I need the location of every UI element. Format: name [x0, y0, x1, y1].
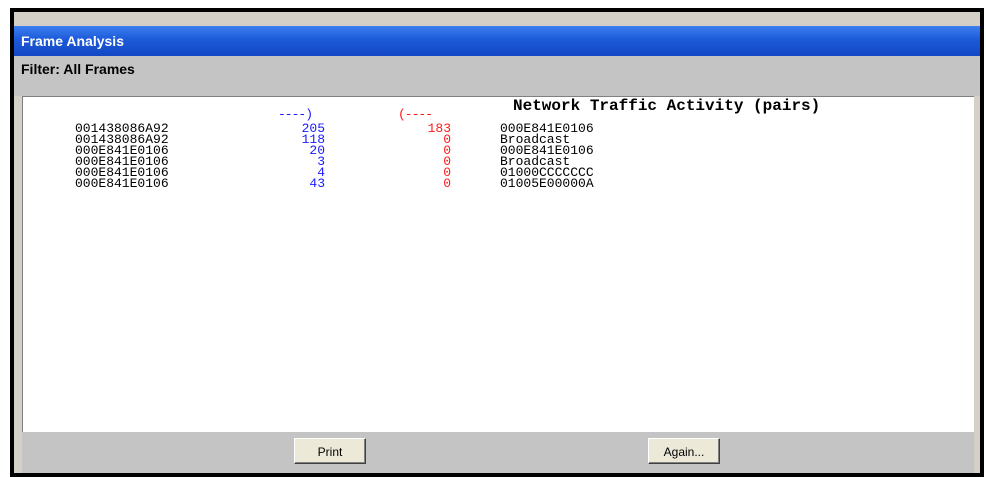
outbound-count: 3: [317, 154, 325, 169]
destination-address: 01005E00000A: [500, 176, 594, 191]
outbound-arrow-indicator: ----): [278, 107, 313, 122]
outbound-count: 43: [309, 176, 325, 191]
button-bar: Print Again...: [22, 432, 974, 473]
traffic-pairs-list: 001438086A92 205 183 000E841E0106 001438…: [23, 122, 974, 191]
traffic-row: 000E841E0106 43 0 01005E00000A: [23, 176, 974, 191]
source-address: 000E841E0106: [75, 176, 169, 191]
inbound-arrow-indicator: (----: [398, 107, 433, 122]
window-frame: Frame Analysis Filter: All Frames Networ…: [10, 8, 984, 477]
print-button[interactable]: Print: [294, 438, 366, 464]
window-title: Frame Analysis: [14, 26, 980, 56]
report-title: Network Traffic Activity (pairs): [513, 97, 821, 115]
report-panel[interactable]: Network Traffic Activity (pairs) ----) (…: [22, 96, 974, 433]
again-button[interactable]: Again...: [648, 438, 720, 464]
filter-label: Filter: All Frames: [14, 56, 980, 96]
window-body: Frame Analysis Filter: All Frames Networ…: [14, 12, 980, 473]
inbound-count: 0: [443, 176, 451, 191]
outbound-count: 20: [309, 143, 325, 158]
